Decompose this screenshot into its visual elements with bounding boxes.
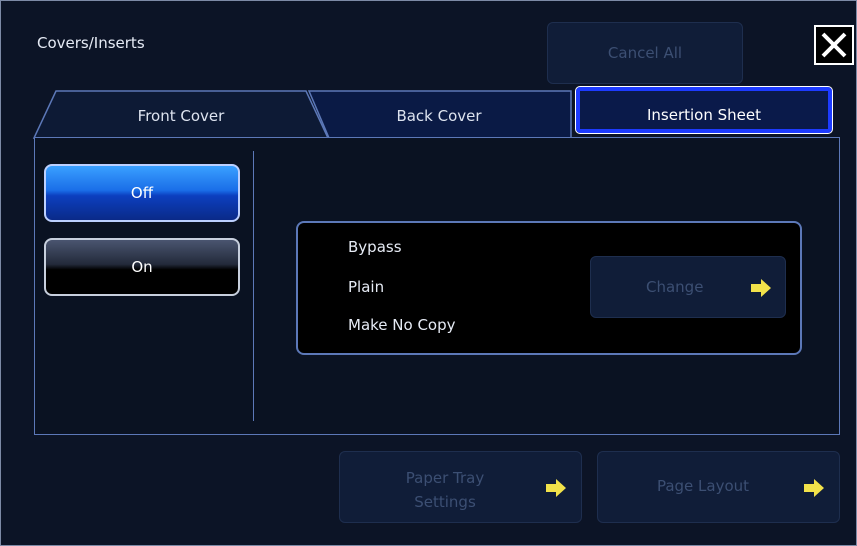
page-layout-button[interactable]: Page Layout (597, 451, 840, 523)
paper-type-text: Plain (348, 278, 385, 296)
on-label: On (131, 258, 153, 276)
page-layout-label: Page Layout (656, 477, 750, 495)
paper-tray-label-line1: Paper Tray (405, 469, 485, 487)
close-icon (821, 32, 847, 58)
vertical-divider (253, 151, 254, 421)
paper-tray-settings-button[interactable]: Paper Tray Settings (339, 451, 582, 523)
on-toggle-button[interactable]: On (44, 238, 240, 296)
arrow-right-icon (751, 279, 771, 297)
cancel-all-label: Cancel All (607, 44, 683, 62)
paper-tray-label-line2: Settings (414, 493, 476, 511)
change-button[interactable]: Change (590, 256, 786, 318)
window-title: Covers/Inserts (37, 34, 145, 52)
tab-insertion-sheet-label: Insertion Sheet (646, 106, 761, 124)
arrow-right-icon (546, 479, 566, 497)
arrow-right-icon (804, 479, 824, 497)
tab-insertion-sheet[interactable]: Insertion Sheet (575, 86, 833, 134)
off-label: Off (130, 184, 154, 202)
paper-tray-settings-label: Paper Tray Settings (380, 466, 510, 514)
covers-inserts-dialog: Covers/Inserts Cancel All Front Cover Ba… (0, 0, 857, 546)
tab-back-cover[interactable]: Back Cover (339, 107, 539, 125)
paper-source-text: Bypass (348, 238, 402, 256)
change-label: Change (646, 278, 704, 296)
off-toggle-button[interactable]: Off (44, 164, 240, 222)
copy-mode-text: Make No Copy (348, 316, 456, 334)
cancel-all-button[interactable]: Cancel All (547, 22, 743, 84)
close-button[interactable] (814, 25, 854, 65)
tab-front-cover[interactable]: Front Cover (81, 107, 281, 125)
